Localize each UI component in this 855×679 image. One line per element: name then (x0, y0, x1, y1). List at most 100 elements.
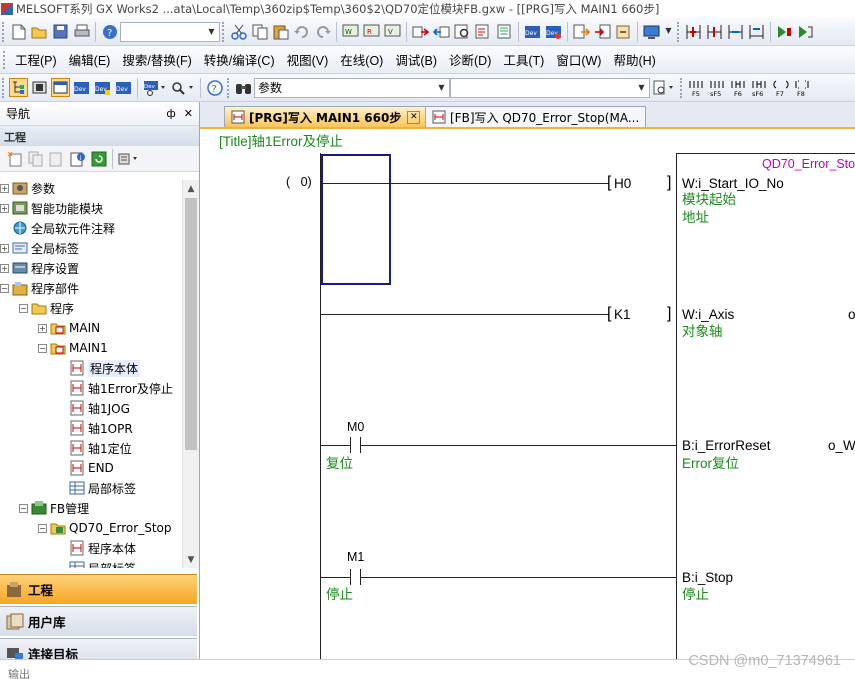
collapse-icon[interactable]: − (19, 303, 28, 313)
module-view-icon[interactable] (30, 78, 49, 97)
tab-fb-qd70[interactable]: [FB]写入 QD70_Error_Stop(MA... (425, 106, 647, 127)
plc-read-icon[interactable]: R (362, 22, 381, 41)
save-icon[interactable] (51, 22, 70, 41)
toolbar-grip[interactable] (680, 77, 683, 98)
tree-item[interactable]: − QD70_Error_Stop (0, 518, 182, 538)
tree-scrollbar[interactable]: ▲ ▼ (182, 180, 199, 568)
cross-ref-icon[interactable] (474, 22, 493, 41)
tree-item[interactable]: END (0, 458, 182, 478)
collapse-icon[interactable]: − (0, 283, 9, 293)
ladder-f8-icon[interactable]: F8 (792, 78, 811, 97)
toolbar-combo[interactable]: ▼ (120, 21, 220, 42)
cut-icon[interactable] (229, 22, 248, 41)
pane-project[interactable]: 工程 (0, 574, 197, 604)
menu-edit[interactable]: 编辑(E) (63, 47, 117, 72)
menu-help[interactable]: 帮助(H) (607, 47, 661, 72)
expand-icon[interactable]: + (0, 243, 9, 253)
tree-item[interactable]: 轴1定位 (0, 438, 182, 458)
help-icon[interactable]: ? (100, 22, 119, 41)
menu-project[interactable]: 工程(P) (9, 47, 63, 72)
ladder-sf5-icon[interactable]: sF5 (708, 78, 727, 97)
tree-item[interactable]: + MAIN (0, 318, 182, 338)
tree-item[interactable]: − FB管理 (0, 498, 182, 518)
binoculars-icon[interactable] (234, 78, 253, 97)
step-run-icon[interactable] (775, 22, 794, 41)
menu-window[interactable]: 窗口(W) (550, 47, 607, 72)
device-batch-icon[interactable] (495, 22, 514, 41)
parameter-combo[interactable]: 参数 ▼ (254, 77, 450, 98)
document-jump-icon[interactable] (651, 78, 677, 97)
scroll-down-icon[interactable]: ▼ (183, 551, 199, 568)
ladder-f6-icon[interactable]: F6 (729, 78, 748, 97)
tree-item[interactable]: 全局软元件注释 (0, 218, 182, 238)
menu-find-replace[interactable]: 搜索/替换(F) (116, 47, 197, 72)
write-arrow-icon[interactable] (411, 22, 430, 41)
pane-user-library[interactable]: 用户库 (0, 606, 197, 636)
toolbar-grip[interactable] (2, 21, 5, 42)
help-icon[interactable]: ? (205, 78, 224, 97)
tree-item[interactable]: − MAIN1 (0, 338, 182, 358)
dev-list-icon[interactable]: Dev (93, 78, 112, 97)
redo-icon[interactable] (313, 22, 332, 41)
dev-icon[interactable]: Dev (523, 22, 542, 41)
menu-tools[interactable]: 工具(T) (497, 47, 550, 72)
tree-item[interactable]: + 参数 (0, 178, 182, 198)
collapse-icon[interactable]: − (38, 523, 47, 533)
toolbar-grip[interactable] (2, 77, 5, 98)
menu-debug[interactable]: 调试(B) (389, 47, 443, 72)
tree-item[interactable]: 程序本体 (0, 538, 182, 558)
tree-item[interactable]: 轴1JOG (0, 398, 182, 418)
expand-icon[interactable]: + (0, 263, 9, 273)
collapse-icon[interactable]: − (38, 343, 47, 353)
tree-item[interactable]: + 智能功能模块 (0, 198, 182, 218)
element-combo[interactable]: ▼ (450, 77, 650, 98)
menu-compile[interactable]: 转换/编译(C) (198, 47, 281, 72)
tree-item[interactable]: 局部标签 (0, 558, 182, 568)
pin-icon[interactable]: ф (166, 107, 175, 120)
expand-icon[interactable]: + (38, 323, 47, 333)
copy-icon[interactable] (250, 22, 269, 41)
ladder-insert2-icon[interactable] (705, 22, 724, 41)
new-file-icon[interactable] (9, 22, 28, 41)
ladder-delete2-icon[interactable] (747, 22, 766, 41)
toolbar-grip[interactable] (227, 77, 230, 98)
plc-write-icon[interactable]: W (341, 22, 360, 41)
chevron-down-icon[interactable]: ▼ (204, 23, 219, 41)
expand-icon[interactable]: + (0, 183, 9, 193)
print-icon[interactable] (72, 22, 91, 41)
menu-view[interactable]: 视图(V) (281, 47, 335, 72)
paste-icon[interactable] (271, 22, 290, 41)
paste-icon[interactable] (47, 149, 66, 168)
undo-icon[interactable] (292, 22, 311, 41)
ladder-f7-icon[interactable]: F7 (771, 78, 790, 97)
toolbar-grip[interactable] (3, 50, 7, 69)
toolbar-grip[interactable] (222, 21, 225, 42)
tree-view-icon[interactable] (9, 78, 28, 97)
search-replace-icon[interactable] (170, 78, 196, 97)
tree-options-icon[interactable] (117, 149, 143, 168)
search-device-icon[interactable] (453, 22, 472, 41)
dev-comment-icon[interactable]: Dev (114, 78, 133, 97)
verify-icon[interactable]: V (383, 22, 402, 41)
tree-item[interactable]: − 程序 (0, 298, 182, 318)
close-icon[interactable]: ✕ (407, 110, 421, 124)
copy-icon[interactable] (26, 149, 45, 168)
chevron-down-icon[interactable]: ▼ (434, 79, 449, 97)
menu-diagnostics[interactable]: 诊断(D) (443, 47, 497, 72)
scroll-thumb[interactable] (185, 198, 197, 450)
close-icon[interactable]: ✕ (184, 107, 193, 120)
chevron-down-icon[interactable]: ▼ (634, 79, 649, 97)
ladder-sf6-icon[interactable]: sF6 (750, 78, 769, 97)
menu-online[interactable]: 在线(O) (334, 47, 389, 72)
ladder-f5-icon[interactable]: F5 (687, 78, 706, 97)
tree-item[interactable]: 轴1Error及停止 (0, 378, 182, 398)
expand-icon[interactable]: + (0, 203, 9, 213)
toolbar-grip[interactable] (677, 21, 680, 42)
tree-item[interactable]: − 程序部件 (0, 278, 182, 298)
ladder-editor[interactable]: [Title]轴1Error及停止 ( 0) QD70_Error_Sto [ … (200, 129, 855, 659)
tree-item[interactable]: 局部标签 (0, 478, 182, 498)
scroll-up-icon[interactable]: ▲ (183, 180, 199, 197)
editor-cursor[interactable] (321, 154, 391, 285)
dev-detail-icon[interactable]: Dev (544, 22, 563, 41)
open-folder-icon[interactable] (30, 22, 49, 41)
